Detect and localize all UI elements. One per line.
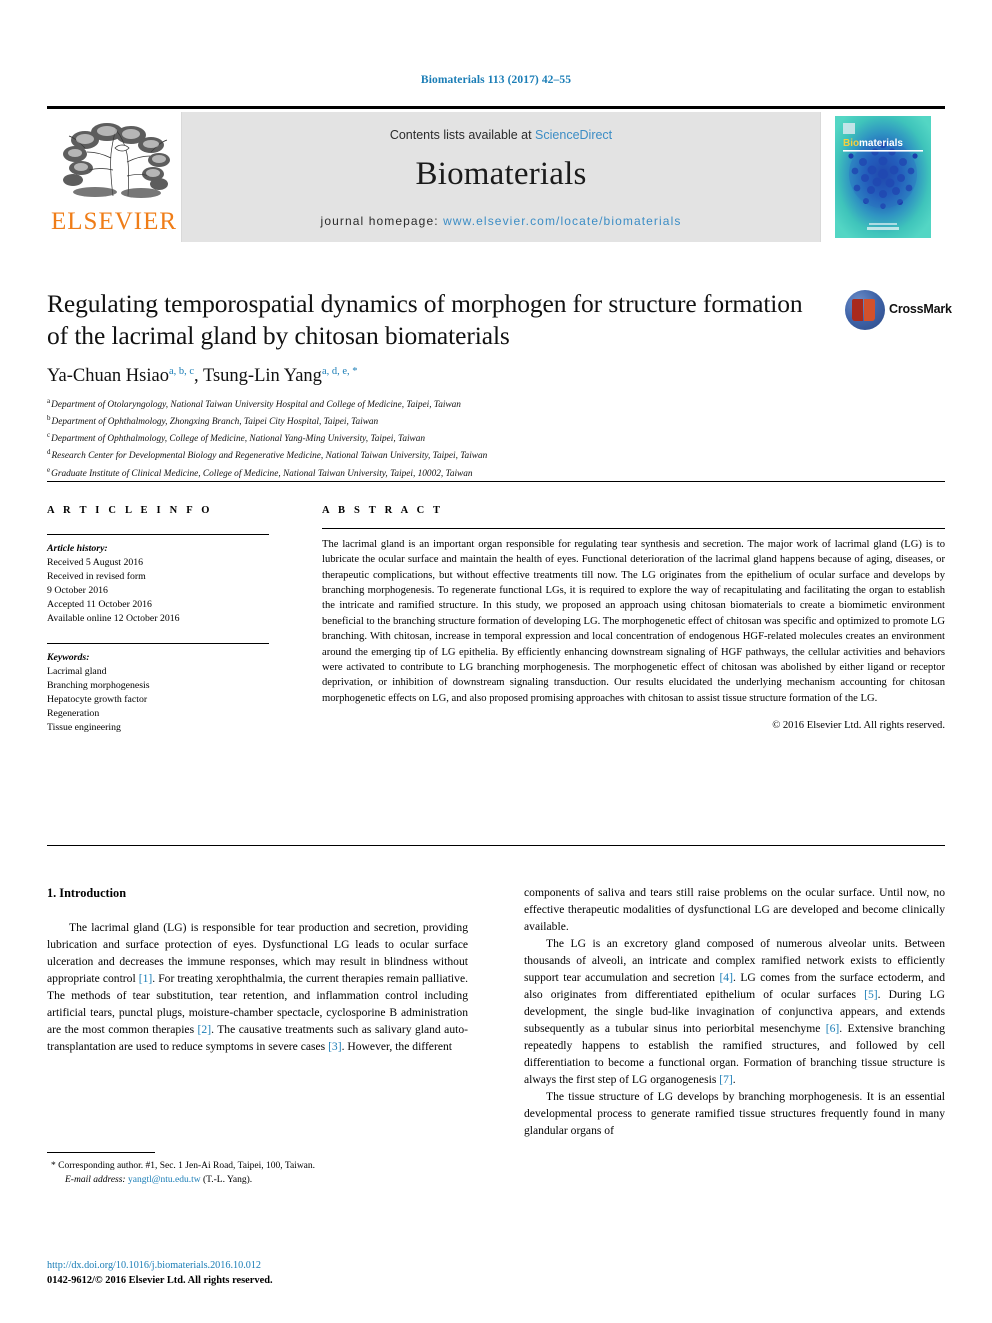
footnote-rule — [47, 1152, 155, 1153]
crossmark-book-left-icon — [852, 299, 863, 321]
author-list: Ya-Chuan Hsiaoa, b, c, Tsung-Lin Yanga, … — [47, 366, 358, 387]
affiliation-text: Department of Ophthalmology, Zhongxing B… — [51, 417, 379, 428]
running-head: Biomaterials 113 (2017) 42–55 — [420, 74, 572, 86]
keyword-item: Hepatocyte growth factor — [47, 694, 148, 706]
journal-cover-image: Bio materials — [835, 116, 931, 238]
affiliation-mark: c — [47, 431, 51, 440]
citation-ref-7[interactable]: [7] — [719, 1073, 733, 1086]
journal-article-first-page: Biomaterials 113 (2017) 42–55 ELSEVIER C… — [0, 0, 992, 1323]
citation-ref-1[interactable]: [1] — [139, 972, 153, 985]
abstract-column: The lacrimal gland is an important organ… — [322, 528, 945, 733]
affiliation-text: Research Center for Developmental Biolog… — [51, 451, 488, 462]
citation-ref-6[interactable]: [6] — [826, 1022, 840, 1035]
article-history-label: Article history: — [47, 543, 108, 554]
journal-cover-block: Bio materials — [820, 112, 945, 242]
affiliation-text: Department of Ophthalmology, College of … — [51, 434, 426, 445]
sciencedirect-link[interactable]: ScienceDirect — [535, 128, 612, 142]
elsevier-logo-block: ELSEVIER — [47, 112, 182, 242]
footnote-line-2: E-mail address: yangtl@ntu.edu.tw (T.-L.… — [47, 1173, 468, 1187]
body-section-rule — [47, 845, 945, 846]
affiliation-text: Department of Otolaryngology, National T… — [51, 400, 461, 411]
affiliation-mark: b — [47, 414, 51, 423]
abstract-copyright: © 2016 Elsevier Ltd. All rights reserved… — [772, 719, 945, 731]
intro-text-d: . However, the different — [341, 1040, 452, 1054]
journal-masthead: ELSEVIER Contents lists available at Sci… — [47, 106, 945, 242]
intro-paragraph-left: The lacrimal gland (LG) is responsible f… — [47, 919, 468, 1055]
article-info-rule — [47, 534, 269, 535]
abstract-body: The lacrimal gland is an important organ… — [322, 539, 945, 704]
affiliation-mark: e — [47, 465, 51, 474]
body-column-right: components of saliva and tears still rai… — [524, 884, 945, 1139]
keywords-label: Keywords: — [47, 652, 90, 664]
affiliation-item: cDepartment of Ophthalmology, College of… — [47, 430, 847, 447]
footnote-email-link[interactable]: yangtl@ntu.edu.tw — [128, 1175, 201, 1185]
elsevier-tree-icon — [55, 118, 173, 200]
citation-ref-3[interactable]: [3] — [328, 1040, 342, 1053]
history-item: Available online 12 October 2016 — [47, 612, 180, 624]
footnote-star: * — [51, 1161, 56, 1171]
info-section-top-rule — [47, 481, 945, 482]
keyword-item: Branching morphogenesis — [47, 680, 150, 692]
issn-copyright-line: 0142-9612/© 2016 Elsevier Ltd. All right… — [47, 1275, 273, 1287]
homepage-label: journal homepage: — [320, 214, 444, 228]
affiliation-list: aDepartment of Otolaryngology, National … — [47, 396, 847, 482]
affiliation-item: aDepartment of Otolaryngology, National … — [47, 396, 847, 413]
citation-ref-4[interactable]: [4] — [719, 971, 733, 984]
page-footer: http://dx.doi.org/10.1016/j.biomaterials… — [47, 1258, 547, 1289]
body-column-left: 1. Introduction The lacrimal gland (LG) … — [47, 884, 468, 1055]
homepage-url-link[interactable]: www.elsevier.com/locate/biomaterials — [443, 214, 681, 228]
crossmark-badge[interactable]: CrossMark — [845, 288, 952, 334]
contents-available-line: Contents lists available at ScienceDirec… — [182, 128, 820, 142]
affiliation-mark: a — [47, 397, 51, 405]
citation-ref-5[interactable]: [5] — [864, 988, 878, 1001]
intro-paragraph-right-3: The tissue structure of LG develops by b… — [524, 1090, 945, 1138]
article-info-column: Article history: Received 5 August 2016 … — [47, 528, 269, 735]
footnote-line-1: * Corresponding author. #1, Sec. 1 Jen-A… — [47, 1159, 468, 1173]
doi-link[interactable]: http://dx.doi.org/10.1016/j.biomaterials… — [47, 1258, 547, 1273]
contents-prefix: Contents lists available at — [389, 128, 536, 142]
svg-text:materials: materials — [859, 138, 903, 149]
author-marks-1: a, b, c — [168, 366, 195, 377]
intro-r2-e: . — [732, 1073, 736, 1087]
history-item: Received 5 August 2016 — [47, 556, 144, 568]
svg-text:Bio: Bio — [843, 138, 859, 149]
affiliation-item: dResearch Center for Developmental Biolo… — [47, 447, 847, 464]
elsevier-wordmark: ELSEVIER — [51, 208, 178, 235]
keyword-item: Regeneration — [47, 708, 100, 720]
section-heading-introduction: 1. Introduction — [47, 886, 127, 900]
masthead-center: Contents lists available at ScienceDirec… — [182, 112, 820, 242]
abstract-heading: A B S T R A C T — [322, 505, 444, 516]
author-name-2: Tsung-Lin Yang — [202, 366, 322, 387]
intro-paragraph-right-2: The LG is an excretory gland composed of… — [524, 935, 945, 1088]
crossmark-label: CrossMark — [889, 302, 952, 316]
crossmark-book-right-icon — [864, 299, 875, 321]
abstract-rule — [322, 528, 945, 529]
author-name-1: Ya-Chuan Hsiao — [47, 366, 169, 387]
article-title: Regulating temporospatial dynamics of mo… — [47, 289, 803, 351]
affiliation-item: bDepartment of Ophthalmology, Zhongxing … — [47, 413, 847, 430]
article-info-heading: A R T I C L E I N F O — [47, 505, 213, 516]
crossmark-icon — [845, 290, 885, 330]
affiliation-mark: d — [47, 448, 51, 457]
journal-title: Biomaterials — [415, 156, 587, 192]
keywords-rule — [47, 643, 269, 645]
corresponding-author-footnote: * Corresponding author. #1, Sec. 1 Jen-A… — [47, 1152, 468, 1188]
journal-homepage-line: journal homepage: www.elsevier.com/locat… — [182, 214, 820, 228]
history-item: Received in revised form — [47, 570, 146, 582]
keyword-item: Lacrimal gland — [47, 666, 107, 678]
author-marks-2: a, d, e, * — [321, 366, 358, 377]
footnote-corresponding-text: Corresponding author. #1, Sec. 1 Jen-Ai … — [58, 1161, 316, 1171]
affiliation-item: eGraduate Institute of Clinical Medicine… — [47, 465, 847, 482]
footnote-email-suffix: (T.-L. Yang). — [202, 1175, 253, 1186]
affiliation-text: Graduate Institute of Clinical Medicine,… — [51, 468, 473, 479]
history-item: Accepted 11 October 2016 — [47, 598, 152, 610]
keyword-item: Tissue engineering — [47, 721, 121, 733]
footnote-email-label: E-mail address: — [65, 1175, 126, 1186]
history-item: 9 October 2016 — [47, 584, 108, 596]
citation-ref-2[interactable]: [2] — [198, 1023, 212, 1036]
intro-paragraph-right-1: components of saliva and tears still rai… — [524, 886, 945, 934]
